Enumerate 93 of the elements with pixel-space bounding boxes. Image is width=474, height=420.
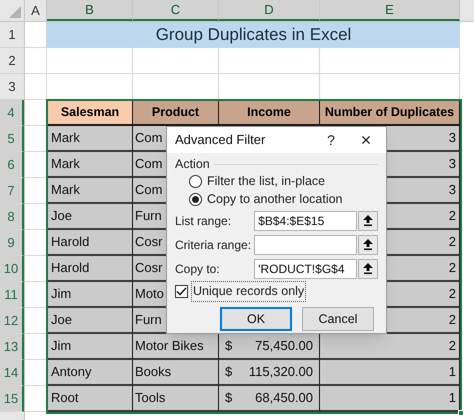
row-header[interactable]: 7 (0, 178, 24, 204)
currency-sign: $ (225, 337, 232, 356)
table-cell-text: Mark (50, 181, 80, 200)
collapse-button[interactable] (358, 258, 378, 278)
table-cell-text: Books (134, 363, 172, 382)
table-cell-text: Mark (50, 129, 80, 148)
field-label: Copy to: (175, 260, 221, 278)
collapse-button[interactable] (358, 234, 378, 254)
table-cell-text: Com (134, 129, 162, 148)
option-label: Filter the list, in-place (207, 172, 326, 190)
row-header[interactable]: 4 (0, 100, 24, 126)
up-arrow-icon (363, 215, 374, 226)
sheet-title: Group Duplicates in Excel (47, 22, 460, 48)
field-label: List range: (175, 212, 232, 230)
table-cell-text: 2 (448, 311, 456, 330)
dialog-title: Advanced Filter (175, 131, 266, 150)
row-header[interactable]: 9 (0, 230, 24, 256)
table-cell-text: Furn (134, 207, 162, 226)
collapse-button[interactable] (358, 210, 378, 230)
column-header[interactable]: B (47, 0, 133, 21)
table-cell-text: 3 (448, 181, 456, 200)
table-cell-text: Cosr (134, 259, 162, 278)
ok-button[interactable]: OK (220, 307, 292, 331)
table-cell-text: Cosr (134, 233, 162, 252)
row-header[interactable]: 11 (0, 282, 24, 308)
field-label: Criteria range: (175, 236, 252, 254)
checkbox-label: Unique records only (191, 281, 306, 302)
row-header[interactable]: 5 (0, 126, 24, 152)
radio-button[interactable] (189, 192, 202, 206)
help-button[interactable]: ? (316, 127, 346, 153)
table-cell-text: Root (50, 389, 78, 408)
row-header[interactable]: 10 (0, 256, 24, 282)
fill-handle[interactable] (458, 410, 464, 416)
table-cell-text: 2 (448, 285, 456, 304)
sheet-cell[interactable] (25, 74, 47, 100)
row-header[interactable]: 15 (0, 386, 24, 412)
close-button[interactable]: × (346, 127, 386, 153)
table-cell-text: 2 (448, 233, 456, 252)
table-cell-text: Moto (134, 285, 164, 304)
table-cell-text: 3 (448, 129, 456, 148)
table-cell-text: 2 (448, 207, 456, 226)
row-header[interactable]: 2 (0, 48, 24, 74)
table-cell-text: Mark (50, 155, 80, 174)
table-cell-text: Harold (50, 259, 90, 278)
table-cell-text: 3 (448, 155, 456, 174)
column-header[interactable]: E (320, 0, 460, 21)
table-cell-text: Antony (50, 363, 92, 382)
sheet-cell[interactable] (320, 48, 460, 74)
radio-button[interactable] (189, 174, 202, 188)
table-cell-text: Tools (134, 389, 166, 408)
table-cell-text: 2 (448, 259, 456, 278)
sheet-cell[interactable] (133, 48, 219, 74)
up-arrow-icon (363, 239, 374, 250)
row-header[interactable]: 6 (0, 152, 24, 178)
sheet-cell[interactable] (219, 48, 320, 74)
table-cell-text: Joe (50, 311, 72, 330)
column-heading: Salesman (48, 101, 133, 126)
table-cell-text: Motor Bikes (134, 337, 204, 356)
column-heading: Number of Duplicates (320, 101, 460, 126)
column-header[interactable]: C (133, 0, 219, 21)
column-heading: Product (133, 101, 219, 126)
sheet-cell[interactable] (25, 48, 47, 74)
row-header[interactable]: 14 (0, 360, 24, 386)
table-cell-text: Furn (134, 311, 162, 330)
cancel-button[interactable]: Cancel (302, 307, 374, 331)
option-label: Copy to another location (207, 190, 343, 208)
table-cell-text: Joe (50, 207, 72, 226)
table-cell-text: Harold (50, 233, 90, 252)
table-cell-text: 115,320.00 (248, 363, 313, 382)
row-header[interactable]: 12 (0, 308, 24, 334)
currency-sign: $ (225, 389, 232, 408)
table-cell-text: 1 (448, 389, 456, 408)
input-field[interactable]: 'RODUCT!$G$4 (254, 258, 358, 278)
group-label: Action (175, 156, 210, 173)
sheet-cell[interactable] (47, 48, 133, 74)
input-field[interactable] (254, 234, 358, 254)
table-cell-text: 1 (448, 363, 456, 382)
up-arrow-icon (363, 263, 374, 274)
table-cell-text: 68,450.00 (255, 389, 313, 408)
table-cell-text: Jim (50, 285, 72, 304)
table-cell-text: Com (134, 155, 162, 174)
table-cell-text: 2 (448, 337, 456, 356)
row-header[interactable]: 13 (0, 334, 24, 360)
table-cell-text: Com (134, 181, 162, 200)
row-header[interactable]: 1 (0, 22, 24, 48)
row-header[interactable]: 8 (0, 204, 24, 230)
input-field[interactable]: $B$4:$E$15 (254, 210, 358, 230)
table-cell-text: Jim (50, 337, 72, 356)
column-header[interactable]: D (219, 0, 320, 21)
checkbox[interactable] (175, 285, 188, 298)
column-heading: Income (219, 101, 320, 126)
currency-sign: $ (225, 363, 232, 382)
table-cell-text: 75,450.00 (255, 337, 313, 356)
